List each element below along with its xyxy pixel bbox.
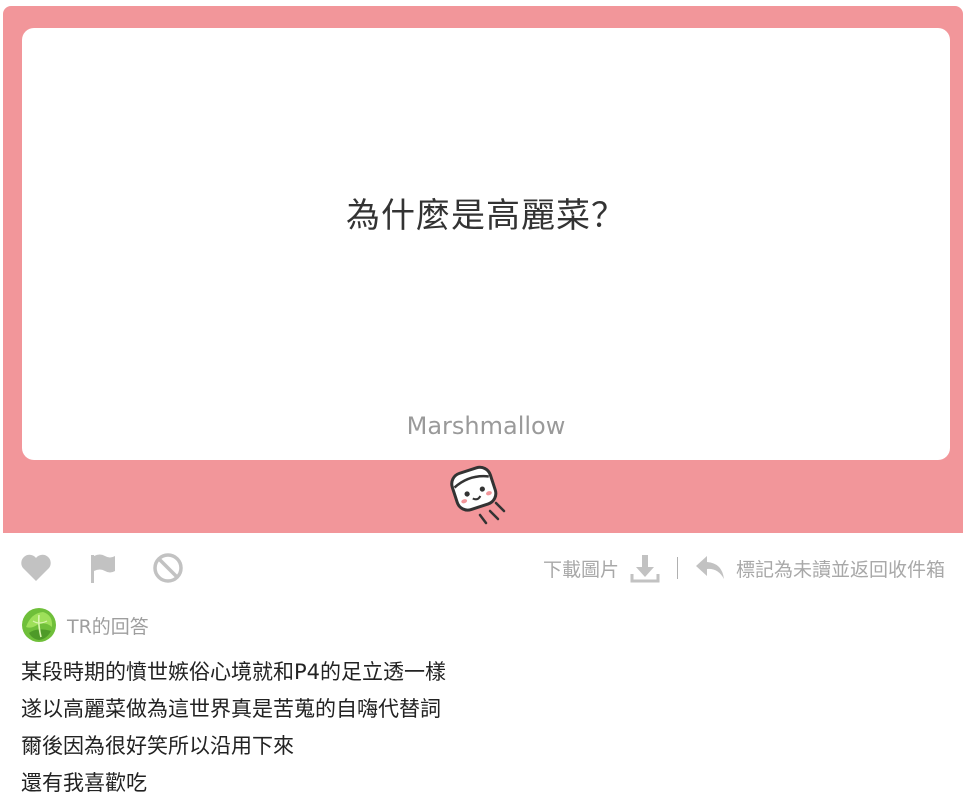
heart-icon [21,554,51,581]
mark-unread-label: 標記為未讀並返回收件箱 [735,558,945,581]
answer-text: 某段時期的憤世嫉俗心境就和P4的足立透一樣 遂以高麗菜做為這世界真是苦蒐的自嗨代… [21,654,941,802]
answer-line: 爾後因為很好笑所以沿用下來 [21,734,294,758]
question-text: 為什麼是高麗菜？ [346,196,626,236]
brand-watermark: Marshmallow [406,412,566,440]
marshmallow-mascot-icon [450,465,506,525]
answer-label: TR的回答 [67,615,149,638]
answer-line: 還有我喜歡吃 [21,771,147,795]
download-image-button[interactable]: 下載圖片 [543,552,661,584]
block-icon [153,553,183,583]
like-button[interactable] [18,548,54,588]
message-card-panel: 為什麼是高麗菜？ Marshmallow [3,6,963,533]
mark-unread-button[interactable]: 標記為未讀並返回收件箱 [694,554,945,582]
answer-line: 某段時期的憤世嫉俗心境就和P4的足立透一樣 [21,660,447,684]
question-card: 為什麼是高麗菜？ Marshmallow [22,28,950,460]
reply-arrow-icon [695,556,724,579]
action-bar: 下載圖片 標記為未讀並返回收件箱 [0,548,963,588]
cabbage-avatar-icon [22,608,56,642]
answer-line: 遂以高麗菜做為這世界真是苦蒐的自嗨代替詞 [21,697,441,721]
report-button[interactable] [84,548,120,588]
download-label: 下載圖片 [542,558,619,581]
action-divider [676,557,678,579]
answer-header: TR的回答 [21,606,149,644]
download-icon [630,555,660,583]
flag-icon [91,554,115,583]
block-button[interactable] [150,548,186,588]
